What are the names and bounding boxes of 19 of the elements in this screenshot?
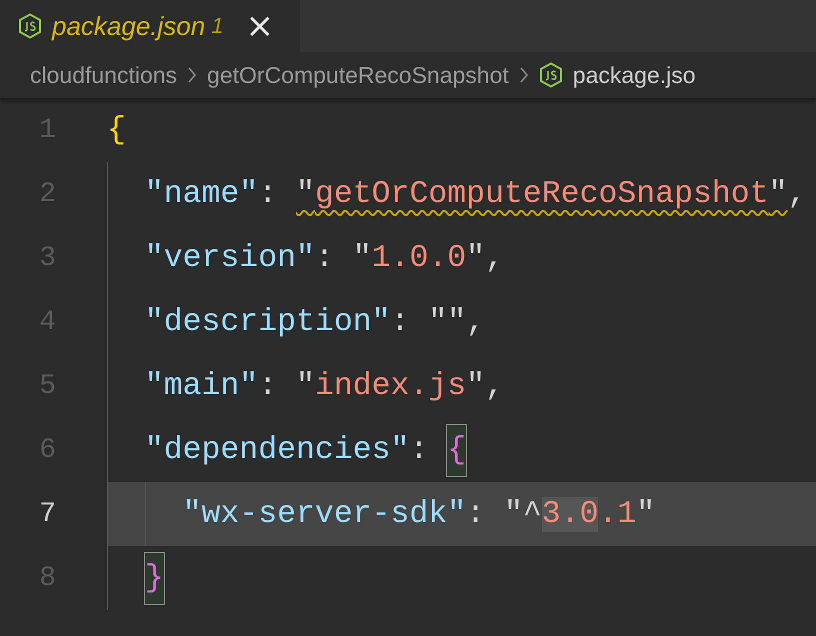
hexagon-js-icon (18, 13, 42, 39)
editor-tab[interactable]: package.json 1 × (0, 0, 300, 52)
code-line: { (107, 112, 127, 150)
hexagon-js-icon (538, 62, 563, 88)
code-line: "name": "getOrComputeRecoSnapshot", (107, 162, 816, 226)
line-number: 7 (38, 498, 57, 530)
code-line: "main": "index.js", (107, 354, 816, 418)
problem-count: 1 (211, 13, 224, 39)
chevron-right-icon (187, 66, 198, 84)
breadcrumb-item[interactable]: cloudfunctions (30, 62, 178, 88)
breadcrumb-item[interactable]: getOrComputeRecoSnapshot (207, 62, 509, 88)
code-line: "description": "", (107, 290, 816, 354)
chevron-right-icon (518, 66, 529, 84)
code-line: "dependencies": { (107, 418, 816, 482)
tab-title: package.json (52, 10, 206, 42)
breadcrumb-item[interactable]: package.jso (572, 62, 696, 88)
code-line: "version": "1.0.0", (107, 226, 816, 290)
close-button[interactable]: × (241, 9, 278, 43)
code-line: } (107, 546, 816, 610)
